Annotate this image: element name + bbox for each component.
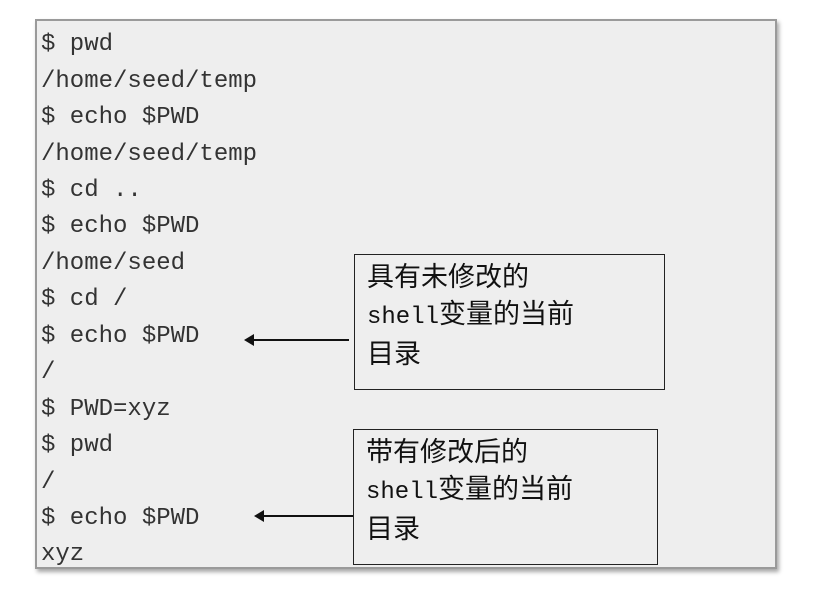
- arrow-left-icon: [254, 510, 353, 522]
- terminal-line: xyz: [41, 541, 85, 568]
- terminal-line: $ cd ..: [41, 177, 142, 204]
- terminal-line: $ pwd: [41, 432, 114, 459]
- callout-line: 带有修改后的: [366, 437, 528, 468]
- terminal-line: /home/seed: [41, 250, 186, 277]
- annotation-callout: 具有未修改的 shell变量的当前 目录: [354, 254, 665, 390]
- terminal-line: /home/seed/temp: [41, 68, 258, 95]
- arrow-left-icon: [244, 334, 349, 346]
- callout-line: shell变量的当前: [367, 296, 664, 336]
- annotation-callout: 带有修改后的 shell变量的当前 目录: [353, 429, 658, 565]
- callout-line: 目录: [367, 339, 421, 370]
- callout-text: 变量的当前: [438, 474, 574, 505]
- terminal-line: /: [41, 469, 56, 496]
- callout-code: shell: [367, 304, 440, 331]
- terminal-line: /: [41, 359, 56, 386]
- callout-line: 具有未修改的: [367, 262, 529, 293]
- callout-line: shell变量的当前: [366, 471, 657, 511]
- terminal-line: $ echo $PWD: [41, 323, 200, 350]
- terminal-output: $ pwd /home/seed/temp $ echo $PWD /home/…: [35, 19, 777, 569]
- callout-text: 变量的当前: [439, 299, 575, 330]
- callout-code: shell: [366, 479, 439, 506]
- terminal-line: $ echo $PWD: [41, 104, 200, 131]
- terminal-line: $ pwd: [41, 31, 114, 58]
- terminal-line: $ PWD=xyz: [41, 396, 171, 423]
- terminal-line: $ echo $PWD: [41, 505, 200, 532]
- terminal-line: $ cd /: [41, 286, 128, 313]
- callout-line: 目录: [366, 514, 420, 545]
- terminal-line: /home/seed/temp: [41, 141, 258, 168]
- terminal-line: $ echo $PWD: [41, 213, 200, 240]
